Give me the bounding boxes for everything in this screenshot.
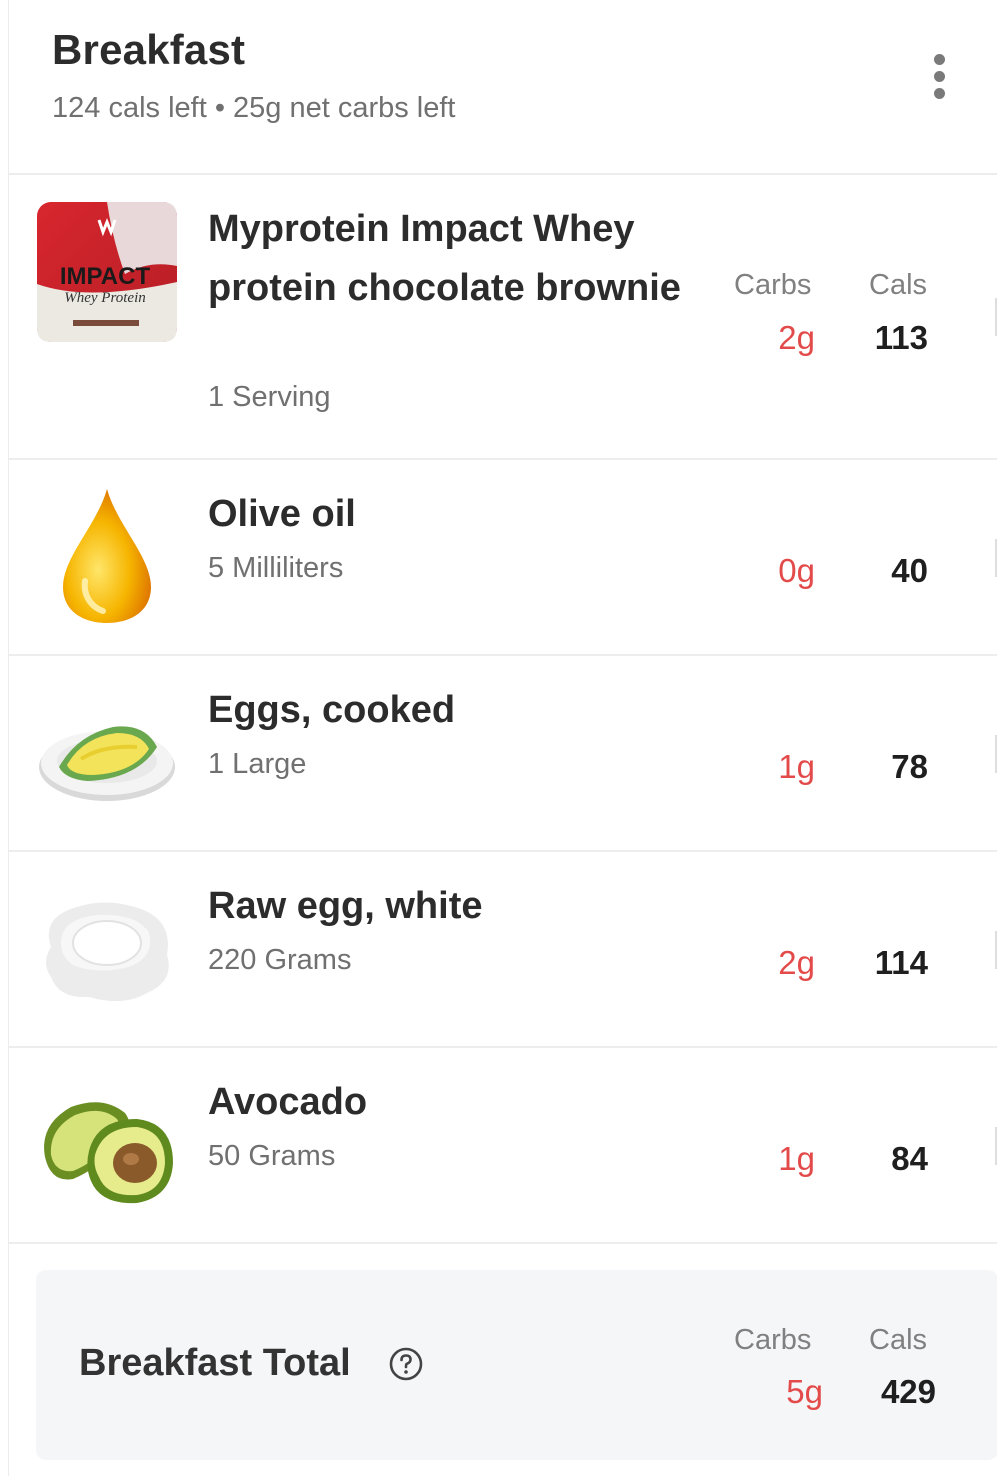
pouch-brand-text: IMPACT xyxy=(60,263,151,290)
food-calories: 84 xyxy=(891,1140,928,1177)
food-name: Raw egg, white xyxy=(208,885,483,927)
help-circle-icon[interactable] xyxy=(389,1347,423,1381)
meal-total-panel: Breakfast Total Carbs Cals 5g 429 xyxy=(36,1270,997,1460)
food-entry-row[interactable]: Avocado 50 Grams 1g 84 xyxy=(9,1047,997,1244)
carbs-column-label: Carbs xyxy=(734,269,812,301)
food-calories: 114 xyxy=(874,944,928,981)
total-calories-value: 429 xyxy=(880,1373,936,1410)
meal-header: Breakfast 124 cals left • 25g net carbs … xyxy=(9,0,997,175)
food-calories: 113 xyxy=(874,319,928,356)
food-quantity: 5 Milliliters xyxy=(208,552,344,584)
cals-column-label: Cals xyxy=(869,269,928,301)
food-carbs: 0g xyxy=(778,552,815,589)
food-carbs: 1g xyxy=(778,748,815,785)
more-vertical-icon[interactable] xyxy=(927,52,951,102)
omelette-plate-icon xyxy=(37,681,177,821)
avocado-icon xyxy=(37,1073,177,1213)
total-carbs-label: Carbs xyxy=(734,1324,812,1356)
oil-drop-icon xyxy=(37,485,177,625)
food-entry-row[interactable]: Raw egg, white 220 Grams 2g 114 xyxy=(9,851,997,1048)
protein-pouch-icon: IMPACT Whey Protein xyxy=(37,202,177,342)
food-carbs: 1g xyxy=(778,1140,815,1177)
food-entry-row[interactable]: Eggs, cooked 1 Large 1g 78 xyxy=(9,655,997,852)
food-name: Myprotein Impact Whey protein chocolate … xyxy=(208,208,681,309)
meal-card: Breakfast 124 cals left • 25g net carbs … xyxy=(8,0,997,1476)
food-quantity: 220 Grams xyxy=(208,944,352,976)
food-carbs: 2g xyxy=(778,319,815,356)
total-carbs-value: 5g xyxy=(786,1373,823,1410)
total-cals-label: Cals xyxy=(869,1324,928,1356)
food-calories: 78 xyxy=(891,748,928,785)
food-quantity: 1 Large xyxy=(208,748,307,780)
egg-white-icon xyxy=(37,877,177,1017)
meal-total-label: Breakfast Total xyxy=(79,1342,351,1384)
food-name: Olive oil xyxy=(208,493,356,535)
meal-title: Breakfast xyxy=(52,26,246,73)
food-quantity: 50 Grams xyxy=(208,1140,336,1172)
food-name: Eggs, cooked xyxy=(208,689,456,731)
food-carbs: 2g xyxy=(778,944,815,981)
food-quantity: 1 Serving xyxy=(208,381,331,413)
meal-remaining-summary: 124 cals left • 25g net carbs left xyxy=(52,92,456,124)
food-name: Avocado xyxy=(208,1081,368,1123)
food-entry-row[interactable]: Olive oil 5 Milliliters 0g 40 xyxy=(9,459,997,656)
food-calories: 40 xyxy=(891,552,928,589)
food-entry-row[interactable]: IMPACT Whey Protein Myprotein Impact Whe… xyxy=(9,174,997,460)
pouch-subbrand-text: Whey Protein xyxy=(64,290,146,306)
